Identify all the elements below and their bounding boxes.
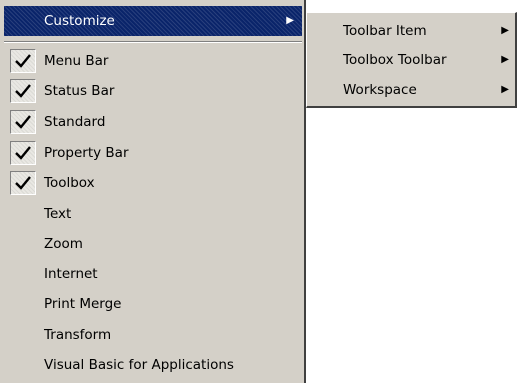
menu-item-label: Status Bar	[44, 83, 115, 99]
submenu-item-workspace[interactable]: Workspace ▶	[307, 75, 515, 105]
menu-item-print-merge[interactable]: Print Merge	[4, 289, 302, 319]
submenu-item-label: Workspace	[343, 82, 417, 98]
menu-item-label: Zoom	[44, 236, 83, 252]
submenu-item-toolbox-toolbar[interactable]: Toolbox Toolbar ▶	[307, 45, 515, 75]
menu-item-label: Visual Basic for Applications	[44, 357, 234, 373]
menu-item-standard[interactable]: Standard	[4, 107, 302, 137]
menu-item-status-bar[interactable]: Status Bar	[4, 76, 302, 106]
checkmark-icon	[10, 171, 36, 195]
menu-item-label: Transform	[44, 327, 112, 343]
menu-item-toolbox[interactable]: Toolbox	[4, 168, 302, 198]
menu-item-label: Property Bar	[44, 145, 129, 161]
submenu-arrow-icon: ▶	[286, 15, 294, 26]
menu-item-text[interactable]: Text	[4, 199, 302, 229]
submenu-item-label: Toolbox Toolbar	[343, 52, 447, 68]
submenu-item-toolbar-item[interactable]: Toolbar Item ▶	[307, 16, 515, 46]
menu-item-customize[interactable]: Customize ▶	[4, 6, 302, 36]
menu-item-zoom[interactable]: Zoom	[4, 229, 302, 259]
menu-item-label: Internet	[44, 266, 98, 282]
submenu-arrow-icon: ▶	[501, 54, 509, 65]
checkmark-icon	[10, 141, 36, 165]
menu-item-label: Text	[44, 206, 72, 222]
menu-separator	[4, 41, 302, 43]
menu-item-internet[interactable]: Internet	[4, 259, 302, 289]
submenu-arrow-icon: ▶	[501, 84, 509, 95]
submenu-item-label: Toolbar Item	[343, 23, 427, 39]
customize-submenu: Toolbar Item ▶ Toolbox Toolbar ▶ Workspa…	[306, 12, 517, 108]
menu-item-label: Print Merge	[44, 296, 122, 312]
menu-item-label: Customize	[44, 13, 115, 29]
menu-item-label: Standard	[44, 114, 106, 130]
checkmark-icon	[10, 79, 36, 103]
toolbars-menu: Customize ▶ Menu Bar Status Bar Standard…	[0, 0, 306, 383]
menu-item-label: Menu Bar	[44, 53, 109, 69]
menu-item-label: Toolbox	[44, 175, 95, 191]
menu-item-visual-basic[interactable]: Visual Basic for Applications	[4, 350, 302, 380]
submenu-arrow-icon: ▶	[501, 25, 509, 36]
menu-item-transform[interactable]: Transform	[4, 320, 302, 350]
checkmark-icon	[10, 49, 36, 73]
checkmark-icon	[10, 110, 36, 134]
menu-item-property-bar[interactable]: Property Bar	[4, 138, 302, 168]
menu-item-menu-bar[interactable]: Menu Bar	[4, 46, 302, 76]
